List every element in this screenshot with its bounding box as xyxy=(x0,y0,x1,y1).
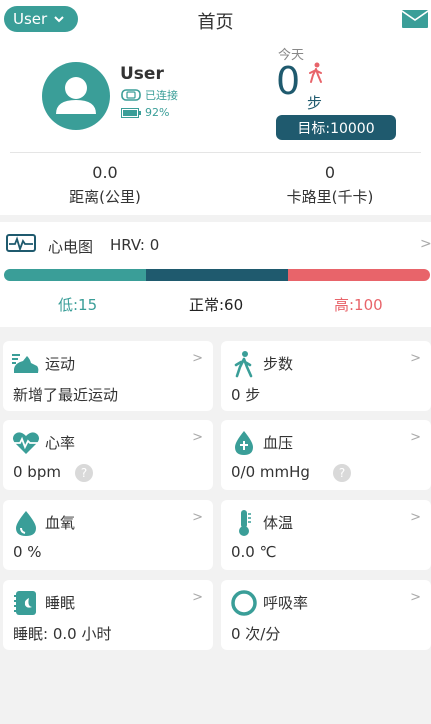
heart-rate-card[interactable]: 心率 > 0 bpm ? xyxy=(3,420,213,490)
range-low-segment xyxy=(4,269,146,281)
distance-value: 0.0 xyxy=(92,163,118,182)
help-icon[interactable]: ? xyxy=(75,464,93,482)
walking-icon xyxy=(309,62,322,83)
shoe-icon xyxy=(12,354,39,373)
avatar[interactable] xyxy=(42,62,110,130)
card-value: 新增了最近运动 xyxy=(13,386,119,404)
low-label: 低:15 xyxy=(58,296,98,314)
card-title: 血氧 xyxy=(45,514,76,532)
card-value: 睡眠: 0.0 小时 xyxy=(13,625,112,643)
chevron-right-icon: > xyxy=(192,430,203,445)
page-title: 首页 xyxy=(197,12,234,33)
card-title: 呼吸率 xyxy=(263,594,309,612)
card-title: 睡眠 xyxy=(45,594,76,612)
chevron-right-icon: > xyxy=(410,351,421,366)
chevron-right-icon: > xyxy=(410,510,421,525)
sleep-card[interactable]: 睡眠 > 睡眠: 0.0 小时 xyxy=(3,580,213,650)
chevron-right-icon: > xyxy=(192,590,203,605)
goal-button[interactable]: 目标:10000 xyxy=(276,115,396,140)
card-title: 体温 xyxy=(263,514,294,532)
divider xyxy=(10,152,421,153)
ecg-range-bar xyxy=(4,269,430,281)
chevron-right-icon: > xyxy=(410,430,421,445)
card-value: 0.0 ℃ xyxy=(231,543,277,561)
breath-ring-icon xyxy=(231,590,257,616)
distance-stat: 0.0 距离(公里) xyxy=(5,163,205,207)
hrv-value: HRV: 0 xyxy=(110,236,160,254)
battery-status: 92% xyxy=(121,106,169,119)
watch-band-icon xyxy=(121,89,141,101)
mail-icon[interactable] xyxy=(402,10,428,28)
calories-value: 0 xyxy=(324,163,336,182)
card-value: 0 次/分 xyxy=(231,625,281,643)
respiration-card[interactable]: 呼吸率 > 0 次/分 xyxy=(221,580,431,650)
calories-stat: 0 卡路里(千卡) xyxy=(230,163,430,207)
card-value: 0 bpm xyxy=(13,463,61,481)
help-icon[interactable]: ? xyxy=(333,464,351,482)
distance-label: 距离(公里) xyxy=(69,188,141,206)
blood-oxygen-card[interactable]: 血氧 > 0 % xyxy=(3,500,213,570)
chevron-right-icon: > xyxy=(410,590,421,605)
card-value: 0/0 mmHg xyxy=(231,463,310,481)
ecg-arrow-icon: > xyxy=(420,236,431,252)
blood-pressure-card[interactable]: 血压 > 0/0 mmHg ? xyxy=(221,420,431,490)
card-title: 运动 xyxy=(45,355,76,373)
normal-label: 正常:60 xyxy=(189,296,244,314)
chevron-right-icon: > xyxy=(192,351,203,366)
person-icon xyxy=(56,77,96,114)
blood-drop-icon xyxy=(235,431,253,455)
ecg-title: 心电图 xyxy=(48,238,94,256)
temperature-card[interactable]: 体温 > 0.0 ℃ xyxy=(221,500,431,570)
sleep-icon xyxy=(14,591,36,615)
ecg-icon xyxy=(6,234,36,252)
calories-label: 卡路里(千卡) xyxy=(286,188,374,206)
walking-icon xyxy=(234,351,253,378)
range-normal-segment xyxy=(146,269,288,281)
card-title: 步数 xyxy=(263,355,294,373)
card-value: 0 步 xyxy=(231,386,261,404)
connection-label: 已连接 xyxy=(145,89,178,102)
steps-card[interactable]: 步数 > 0 步 xyxy=(221,341,431,411)
card-value: 0 % xyxy=(13,543,42,561)
chevron-right-icon: > xyxy=(192,510,203,525)
range-high-segment xyxy=(288,269,430,281)
oxygen-drop-icon xyxy=(16,511,36,536)
steps-unit: 步 xyxy=(307,94,323,112)
battery-icon xyxy=(121,107,141,118)
exercise-card[interactable]: 运动 > 新增了最近运动 xyxy=(3,341,213,411)
high-label: 高:100 xyxy=(334,296,383,314)
battery-label: 92% xyxy=(145,106,170,119)
connection-status: 已连接 xyxy=(121,87,178,103)
heart-rate-icon xyxy=(13,432,39,454)
card-title: 心率 xyxy=(45,434,76,452)
steps-count: 0 xyxy=(276,59,301,103)
profile-name: User xyxy=(120,64,164,84)
card-title: 血压 xyxy=(263,434,294,452)
thermometer-icon xyxy=(239,510,251,536)
